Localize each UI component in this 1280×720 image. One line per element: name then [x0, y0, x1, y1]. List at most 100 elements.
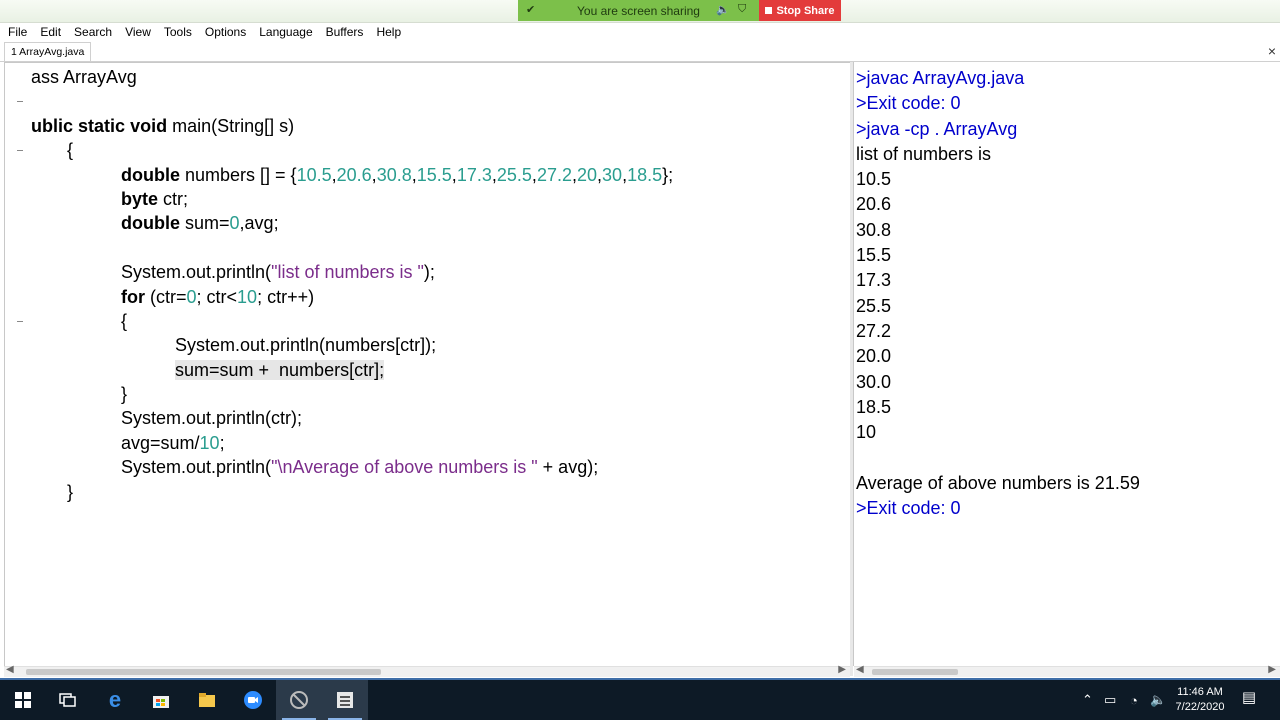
- output-line: >javac ArrayAvg.java: [856, 68, 1025, 88]
- code-line: double numbers [] = {10.5,20.6,30.8,15.5…: [31, 163, 673, 187]
- output-line: Average of above numbers is 21.59: [856, 472, 1140, 493]
- code-line: System.out.println(ctr);: [31, 406, 673, 430]
- code-line: ass ArrayAvg: [31, 65, 673, 89]
- output-line: 17.3: [856, 270, 892, 291]
- fold-marker[interactable]: [17, 150, 23, 151]
- output-line: 25.5: [856, 295, 892, 316]
- output-line: 30.8: [856, 219, 892, 240]
- menu-tools[interactable]: Tools: [156, 25, 197, 39]
- tab-strip: 1 ArrayAvg.java ×: [0, 41, 1280, 62]
- code-line-text: byte ctr;: [121, 188, 189, 209]
- output-line: 27.2: [856, 320, 892, 341]
- fold-marker[interactable]: [17, 321, 23, 322]
- code-line: System.out.println("\nAverage of above n…: [31, 455, 673, 479]
- spreadsheet-app-icon[interactable]: [322, 680, 368, 720]
- scroll-left-icon[interactable]: ◀: [856, 664, 864, 675]
- system-clock[interactable]: 11:46 AM 7/22/2020: [1170, 685, 1230, 715]
- output-pane[interactable]: >javac ArrayAvg.java >Exit code: 0 >java -…: [852, 62, 1280, 666]
- volume-icon[interactable]: 🔈: [716, 3, 730, 16]
- code-line-text: avg=sum/10;: [121, 432, 225, 453]
- code-line-text: }: [67, 481, 74, 502]
- code-line: }: [31, 480, 673, 504]
- code-line-text: System.out.println(numbers[ctr]);: [175, 335, 437, 356]
- share-pin-icon[interactable]: ✔: [526, 3, 535, 16]
- output-line: 15.5: [856, 245, 892, 266]
- zoom-icon[interactable]: [230, 680, 276, 720]
- code-line-text: {: [67, 140, 74, 161]
- task-view-icon[interactable]: [45, 680, 91, 720]
- scroll-left-icon[interactable]: ◀: [6, 664, 14, 675]
- scroll-right-icon[interactable]: ▶: [838, 664, 846, 675]
- output-line: 10: [856, 422, 877, 443]
- menu-file[interactable]: File: [0, 25, 32, 39]
- output-line: 20.6: [856, 194, 892, 215]
- taskbar: e ⌃ ▭ ◔ 🔈 11:46 AM 7/22/2020 ▤: [0, 680, 1280, 720]
- edge-browser-icon[interactable]: e: [92, 680, 138, 720]
- clock-date: 7/22/2020: [1175, 701, 1225, 713]
- scroll-thumb[interactable]: [872, 669, 958, 675]
- tray-chevron-icon[interactable]: ⌃: [1082, 680, 1093, 720]
- output-line: list of numbers is: [856, 143, 992, 164]
- editor-horizontal-scrollbar[interactable]: ◀ ▶: [4, 664, 850, 677]
- output-line: 10.5: [856, 169, 892, 190]
- fold-gutter[interactable]: [17, 63, 29, 667]
- code-line: sum=sum + numbers[ctr];: [31, 358, 673, 382]
- store-icon[interactable]: [138, 680, 184, 720]
- output-text: >javac ArrayAvg.java >Exit code: 0 >java -…: [856, 66, 1140, 521]
- clock-time: 11:46 AM: [1177, 686, 1223, 698]
- menu-view[interactable]: View: [117, 25, 156, 39]
- code-line: }: [31, 382, 673, 406]
- menu-options[interactable]: Options: [197, 25, 251, 39]
- menu-help[interactable]: Help: [368, 25, 406, 39]
- scroll-thumb[interactable]: [26, 669, 381, 675]
- speaker-icon[interactable]: 🔈: [1150, 680, 1166, 720]
- stop-share-button[interactable]: Stop Share: [759, 0, 841, 21]
- code-text[interactable]: ass ArrayAvg ublic static void main(Stri…: [31, 65, 673, 504]
- code-line: System.out.println("list of numbers is "…: [31, 260, 673, 284]
- output-line: >java -cp . ArrayAvg: [856, 118, 1018, 139]
- stop-share-label: Stop Share: [776, 4, 835, 17]
- code-line-text: double numbers [] = {10.5,20.6,30.8,15.5…: [121, 164, 674, 185]
- screen-share-status-text: You are screen sharing: [577, 3, 700, 18]
- wifi-icon[interactable]: ◔: [1130, 680, 1138, 720]
- stop-icon: [765, 7, 773, 14]
- output-line: 30.0: [856, 371, 892, 392]
- code-line: byte ctr;: [31, 187, 673, 211]
- output-horizontal-scrollbar[interactable]: ◀ ▶: [854, 664, 1280, 677]
- screen-share-status: ✔ You are screen sharing 🔈 ⛉: [518, 0, 759, 21]
- output-line: 20.0: [856, 346, 892, 367]
- shield-icon[interactable]: ⛉: [738, 3, 746, 16]
- code-line-text: }: [121, 384, 128, 405]
- scite-editor-icon[interactable]: [276, 680, 322, 720]
- code-line: {: [31, 138, 673, 162]
- code-line-text: {: [121, 310, 128, 331]
- code-line: double sum=0,avg;: [31, 211, 673, 235]
- code-line: [31, 236, 673, 260]
- menu-bar: File Edit Search View Tools Options Lang…: [0, 22, 1280, 41]
- menu-edit[interactable]: Edit: [32, 25, 66, 39]
- menu-search[interactable]: Search: [66, 25, 117, 39]
- file-explorer-icon[interactable]: [184, 680, 230, 720]
- menu-language[interactable]: Language: [251, 25, 317, 39]
- code-editor[interactable]: ass ArrayAvg ublic static void main(Stri…: [4, 62, 851, 667]
- screen-share-bar: ✔ You are screen sharing 🔈 ⛉ Stop Share: [0, 0, 1280, 23]
- code-line: {: [31, 309, 673, 333]
- close-icon[interactable]: ×: [1268, 42, 1276, 60]
- scroll-right-icon[interactable]: ▶: [1268, 664, 1276, 675]
- output-line: >Exit code: 0: [856, 498, 961, 519]
- code-line: System.out.println(numbers[ctr]);: [31, 333, 673, 357]
- fold-marker[interactable]: [17, 101, 23, 102]
- code-line-text: sum=sum + numbers[ctr];: [175, 359, 385, 380]
- network-icon[interactable]: ▭: [1104, 680, 1116, 720]
- output-line: 18.5: [856, 396, 892, 417]
- tab-arrayavg[interactable]: 1 ArrayAvg.java: [4, 42, 92, 61]
- menu-buffers[interactable]: Buffers: [318, 25, 369, 39]
- code-line: avg=sum/10;: [31, 431, 673, 455]
- windows-start-icon[interactable]: [0, 680, 46, 720]
- notification-icon[interactable]: ▤: [1238, 688, 1260, 710]
- code-line: [31, 89, 673, 113]
- pane-splitter[interactable]: [850, 62, 853, 676]
